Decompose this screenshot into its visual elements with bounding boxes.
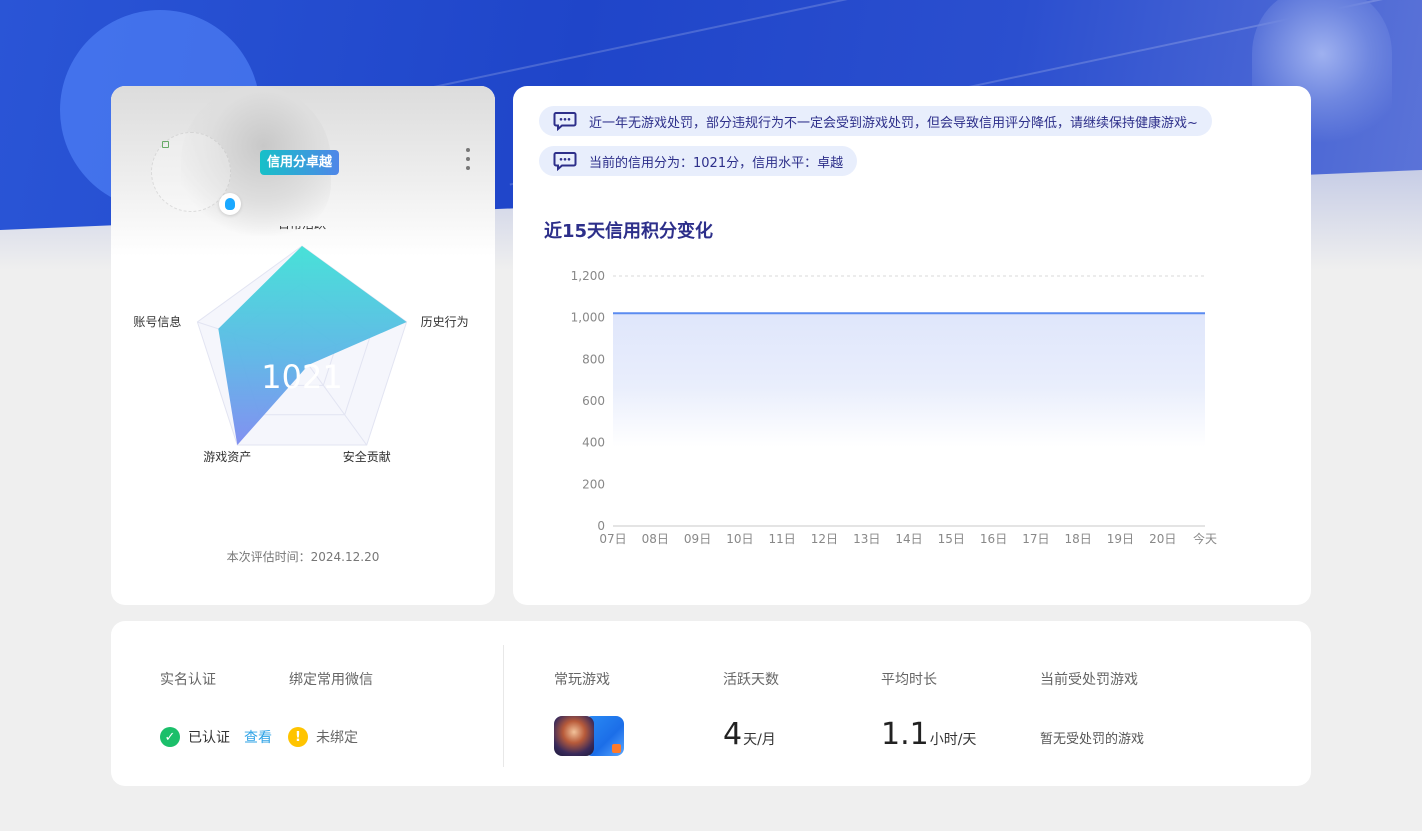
chart-x-tick-label: 今天 [1193, 531, 1217, 546]
radar-axis-label: 安全贡献 [343, 449, 391, 464]
radar-axis-label: 账号信息 [133, 314, 181, 329]
chart-y-tick-label: 200 [582, 477, 605, 491]
chart-y-tick-label: 400 [582, 436, 605, 450]
notice-text: 近一年无游戏处罚，部分违规行为不一定会受到游戏处罚，但会导致信用评分降低，请继续… [589, 115, 1198, 131]
credit-score-number: 1021 [261, 358, 342, 396]
message-bubble-icon [553, 151, 577, 171]
chart-x-tick-label: 11日 [769, 532, 796, 546]
credit-trend-card: 近一年无游戏处罚，部分违规行为不一定会受到游戏处罚，但会导致信用评分降低，请继续… [513, 86, 1311, 605]
wechat-status-text: 未绑定 [316, 730, 358, 746]
warning-circle-icon: ! [288, 727, 308, 747]
credit-line-chart: 0 200 400 600 800 1,000 1,200 07日 08日 09日 10日 11日 1… [571, 269, 1217, 546]
chart-title: 近15天信用积分变化 [544, 221, 714, 242]
active-days-label: 活跃天数 [723, 672, 779, 688]
wechat-status: ! 未绑定 [288, 727, 358, 747]
credit-level-tag: 信用分卓越 [260, 150, 340, 175]
credit-radar-chart: 日常活跃历史行为安全贡献 游戏资产 账号信息 1021 [133, 226, 469, 464]
avg-time-unit: 小时/天 [929, 732, 977, 748]
real-name-status: ✓ 已认证 查看 [160, 727, 272, 747]
more-options-icon[interactable] [463, 148, 473, 170]
chart-x-tick-label: 17日 [1022, 532, 1049, 546]
penalty-games-label: 当前受处罚游戏 [1040, 672, 1138, 688]
radar-axis-label: 游戏资产 [203, 450, 251, 464]
avg-time-value: 1.1 小时/天 [881, 717, 976, 752]
honor-of-kings-game-icon[interactable] [554, 716, 594, 756]
real-name-label: 实名认证 [160, 672, 216, 688]
wechat-label: 绑定常用微信 [289, 672, 373, 688]
section-divider [503, 645, 504, 767]
penalty-games-value: 暂无受处罚的游戏 [1040, 732, 1145, 747]
chart-y-tick-label: 800 [582, 352, 605, 366]
active-days-number: 4 [723, 717, 743, 752]
avg-time-label: 平均时长 [881, 672, 937, 688]
active-days-unit: 天/月 [743, 732, 776, 748]
chart-x-tick-label: 12日 [811, 532, 838, 546]
chart-area-fill [613, 313, 1205, 447]
broken-image-icon [162, 141, 169, 148]
chart-y-tick-label: 1,200 [571, 269, 605, 283]
chart-x-tick-label: 07日 [599, 532, 626, 546]
notice-text: 当前的信用分为：1021分，信用水平：卓越 [589, 155, 844, 171]
chart-x-tick-label: 20日 [1149, 532, 1176, 546]
chart-x-tick-label: 15日 [938, 532, 965, 546]
chart-x-tick-label: 13日 [853, 532, 880, 546]
qq-penguin-icon [219, 193, 241, 215]
chart-x-tick-label: 19日 [1107, 532, 1134, 546]
frequent-games-list [554, 716, 624, 756]
chart-y-tick-label: 1,000 [571, 311, 605, 325]
chart-y-tick-label: 600 [582, 394, 605, 408]
view-real-name-link[interactable]: 查看 [244, 727, 272, 747]
frequent-games-label: 常玩游戏 [554, 672, 610, 688]
radar-axis-label: 日常活跃 [278, 226, 326, 231]
chart-x-tick-label: 09日 [684, 532, 711, 546]
evaluation-time: 本次评估时间：2024.12.20 [226, 550, 380, 564]
notice-current-score: 当前的信用分为：1021分，信用水平：卓越 [539, 146, 858, 176]
check-circle-icon: ✓ [160, 727, 180, 747]
profile-card: 信用分卓越 日常活跃历史行为安全贡献 游戏资产 账号信息 1021 本次评估时间：2… [111, 86, 495, 605]
chart-x-tick-label: 10日 [726, 532, 753, 546]
chart-x-tick-label: 18日 [1065, 532, 1092, 546]
active-days-value: 4 天/月 [723, 717, 776, 752]
chart-y-tick-label: 0 [597, 519, 605, 533]
account-info-card: 实名认证 绑定常用微信 ✓ 已认证 查看 ! 未绑定 常玩游戏 活跃天数 平均时… [111, 621, 1311, 786]
chart-x-tick-label: 08日 [642, 532, 669, 546]
chart-x-tick-label: 14日 [895, 532, 922, 546]
notice-no-penalty: 近一年无游戏处罚，部分违规行为不一定会受到游戏处罚，但会导致信用评分降低，请继续… [539, 106, 1212, 136]
real-name-status-text: 已认证 [188, 730, 230, 746]
chart-x-tick-label: 16日 [980, 532, 1007, 546]
message-bubble-icon [553, 111, 577, 131]
avg-time-number: 1.1 [881, 717, 929, 752]
radar-axis-label: 历史行为 [421, 315, 469, 329]
